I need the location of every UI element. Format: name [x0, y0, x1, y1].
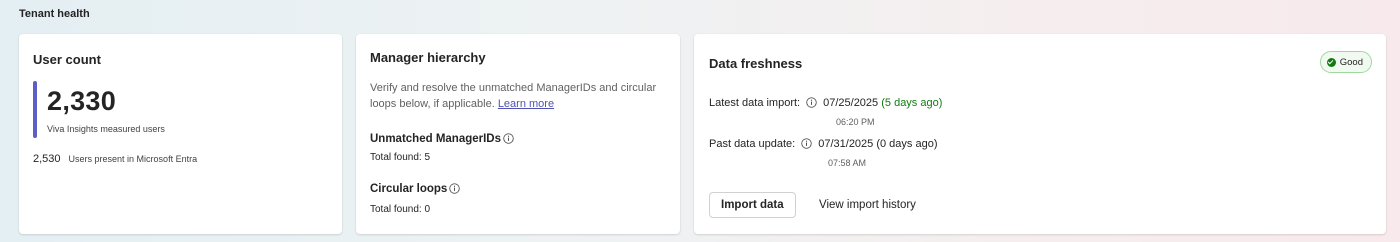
manager-hierarchy-card: Manager hierarchy Verify and resolve the…: [356, 34, 680, 234]
latest-import-date: 07/25/2025: [823, 97, 879, 109]
past-update-row: Past data update: 07/31/2025 (0 days ago…: [709, 138, 938, 150]
latest-import-time: 06:20 PM: [836, 117, 875, 127]
latest-import-label: Latest data import:: [709, 97, 801, 109]
data-freshness-card: Data freshness Good Latest data import: …: [694, 34, 1386, 234]
data-freshness-title: Data freshness: [709, 56, 803, 71]
entra-users-count: 2,530: [33, 153, 61, 165]
past-update-date: 07/31/2025 (0 days ago): [818, 138, 938, 150]
view-import-history-button[interactable]: View import history: [809, 192, 926, 218]
circular-loops-title: Circular loops: [370, 183, 448, 195]
past-update-time: 07:58 AM: [828, 158, 867, 168]
status-badge-label: Good: [1339, 56, 1363, 68]
info-icon[interactable]: [503, 133, 514, 144]
import-data-button[interactable]: Import data: [709, 192, 796, 218]
info-icon[interactable]: [801, 138, 812, 149]
info-icon[interactable]: [449, 183, 461, 194]
past-update-label: Past data update:: [709, 138, 796, 150]
latest-import-ago: (5 days ago): [881, 97, 943, 109]
unmatched-managerids-heading: Unmatched ManagerIDs: [370, 133, 514, 145]
page-title: Tenant health: [19, 8, 90, 20]
info-icon[interactable]: [806, 97, 817, 108]
circular-loops-heading: Circular loops: [370, 183, 461, 195]
manager-hierarchy-title: Manager hierarchy: [370, 50, 486, 65]
manager-hierarchy-description: Verify and resolve the unmatched Manager…: [370, 80, 660, 112]
status-badge: Good: [1319, 51, 1372, 73]
entra-users-row: 2,530 Users present in Microsoft Entra: [33, 153, 197, 165]
user-count-title: User count: [33, 52, 101, 67]
unmatched-managerids-title: Unmatched ManagerIDs: [370, 133, 502, 145]
learn-more-link[interactable]: Learn more: [498, 98, 554, 110]
measured-users-label: Viva Insights measured users: [47, 124, 165, 134]
unmatched-total-found: Total found: 5: [370, 152, 431, 163]
latest-import-row: Latest data import: 07/25/2025 (5 days a…: [709, 97, 942, 109]
check-circle-icon: [1326, 57, 1336, 67]
circular-total-found: Total found: 0: [370, 204, 431, 215]
measured-users-count: 2,330: [47, 86, 117, 116]
accent-bar: [33, 81, 37, 138]
entra-users-label: Users present in Microsoft Entra: [68, 154, 198, 164]
user-count-card: User count 2,330 Viva Insights measured …: [19, 34, 342, 234]
